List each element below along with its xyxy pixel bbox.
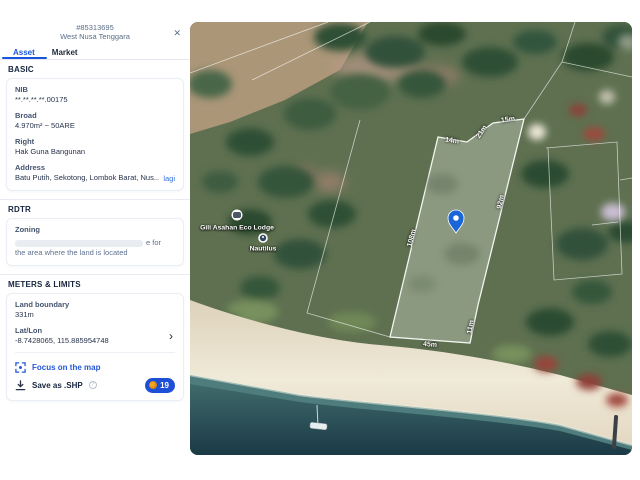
coin-icon <box>149 381 158 389</box>
zoning-text-line2: the area where the land is located <box>15 248 128 257</box>
download-icon <box>15 379 26 390</box>
field-address: Address Batu Putih, Sekotong, Lombok Bar… <box>15 163 175 183</box>
tabs-divider <box>0 59 190 60</box>
zoning-masked-bar <box>15 239 143 247</box>
land-boundary-value: 331m <box>15 310 34 319</box>
poi-label-lodge[interactable]: Gili Asahan Eco Lodge <box>200 225 274 232</box>
help-icon[interactable]: ? <box>88 381 97 389</box>
save-shp-label: Save as .SHP <box>32 380 83 390</box>
chevron-right-icon[interactable]: › <box>169 330 175 342</box>
tab-market[interactable]: Market <box>52 48 78 59</box>
right-label: Right <box>15 137 35 146</box>
broad-label: Broad <box>15 111 37 120</box>
satellite-map[interactable]: 14m 21m 15m 92m 108m 11m 45m Gili Asahan… <box>190 22 632 455</box>
section-divider <box>0 274 190 275</box>
right-value: Hak Guna Bangunan <box>15 147 86 156</box>
nib-value: **.**.**.**.00175 <box>15 95 68 104</box>
section-divider <box>0 199 190 200</box>
panel-tabs: Asset Market <box>0 41 190 59</box>
row-divider <box>15 352 175 353</box>
broad-value: 4.970m² ~ 50ARE <box>15 121 75 130</box>
focus-on-map-label: Focus on the map <box>32 362 101 372</box>
field-nib: NIB **.**.**.**.00175 <box>15 85 175 105</box>
zoning-text-suffix: e for <box>146 238 162 247</box>
focus-crosshair-icon <box>15 361 26 373</box>
latlon-row[interactable]: Lat/Lon -8.7428065, 115.885954748 › <box>15 326 175 346</box>
lodge-icon[interactable] <box>231 209 243 221</box>
field-broad: Broad 4.970m² ~ 50ARE <box>15 111 175 131</box>
address-value: Batu Putih, Sekotong, Lombok Barat, Nus.… <box>15 173 160 182</box>
rdtr-card: Zoning e for the area where the land is … <box>6 218 184 266</box>
poi-label-nautilus[interactable]: Nautilus <box>250 246 277 253</box>
nautilus-icon[interactable] <box>258 233 268 243</box>
basic-card: NIB **.**.**.**.00175 Broad 4.970m² ~ 50… <box>6 78 184 191</box>
latlon-value: -8.7428065, 115.885954748 <box>15 336 109 345</box>
credits-badge[interactable]: 19 <box>145 377 175 393</box>
section-title-basic: BASIC <box>8 65 34 74</box>
address-more-link[interactable]: lagi <box>163 174 175 183</box>
land-parcel-app: 14m 21m 15m 92m 108m 11m 45m Gili Asahan… <box>0 0 640 480</box>
field-right: Right Hak Guna Bangunan <box>15 137 175 157</box>
focus-on-map-button[interactable]: Focus on the map <box>15 359 175 375</box>
property-detail-panel: #85313695 West Nusa Tenggara ✕ Asset Mar… <box>0 0 190 480</box>
parcel-id: #85313695 <box>76 23 114 32</box>
close-icon[interactable]: ✕ <box>173 29 181 38</box>
panel-header: #85313695 West Nusa Tenggara ✕ <box>0 0 190 41</box>
parcel-region: West Nusa Tenggara <box>60 32 130 41</box>
section-title-rdtr: RDTR <box>8 205 32 214</box>
active-tab-underline <box>2 57 47 59</box>
save-shp-button[interactable]: Save as .SHP ? 19 <box>15 377 175 393</box>
nib-label: NIB <box>15 85 28 94</box>
section-title-meters: METERS & LIMITS <box>8 280 81 289</box>
latlon-label: Lat/Lon <box>15 326 43 335</box>
zoning-label: Zoning <box>15 225 40 234</box>
meters-card: Land boundary 331m Lat/Lon -8.7428065, 1… <box>6 293 184 401</box>
field-land-boundary: Land boundary 331m <box>15 300 175 320</box>
map-canvas <box>190 22 632 455</box>
land-boundary-label: Land boundary <box>15 300 70 309</box>
credits-count: 19 <box>160 380 169 390</box>
address-label: Address <box>15 163 46 172</box>
